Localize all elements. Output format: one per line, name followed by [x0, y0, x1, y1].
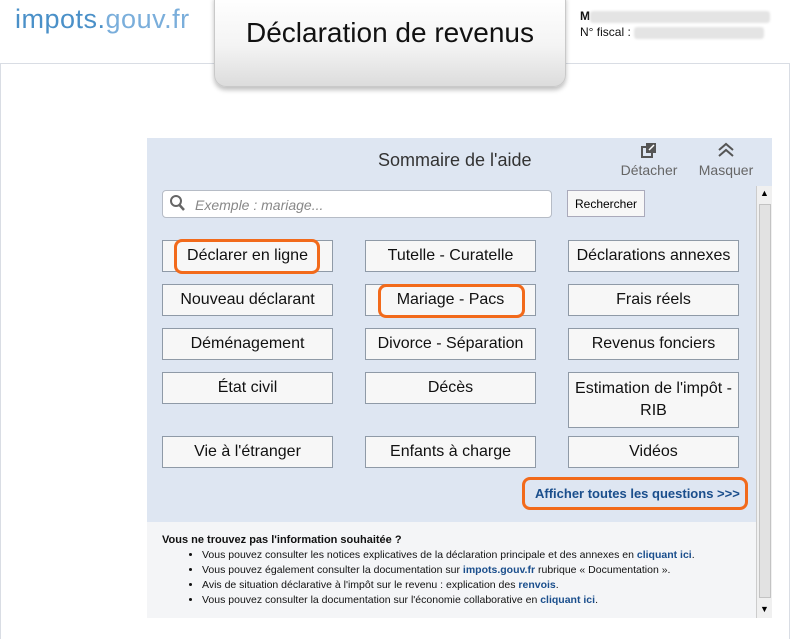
scrollbar-thumb[interactable] [759, 204, 771, 598]
impots-gouv-link[interactable]: impots.gouv.fr [463, 564, 535, 576]
topic-videos[interactable]: Vidéos [568, 436, 739, 468]
info-item: Vous pouvez consulter la documentation s… [202, 593, 695, 608]
user-info: M N° fiscal : [580, 8, 770, 40]
scroll-up-arrow-icon[interactable]: ▲ [757, 186, 772, 200]
page-title: Déclaration de revenus [246, 17, 534, 48]
detach-button[interactable]: Détacher [617, 142, 681, 178]
info-item: Avis de situation déclarative à l'impôt … [202, 578, 695, 593]
logo-main: impots. [15, 4, 106, 34]
info-list: Vous pouvez consulter les notices explic… [186, 548, 695, 608]
page-border-left [0, 64, 1, 639]
topic-mariage-pacs[interactable]: Mariage - Pacs [365, 284, 536, 316]
detach-label: Détacher [620, 162, 678, 178]
economie-collaborative-link[interactable]: cliquant ici [540, 594, 595, 606]
topic-estimation-impot-rib[interactable]: Estimation de l'impôt - RIB [568, 372, 739, 428]
topic-etat-civil[interactable]: État civil [162, 372, 333, 404]
detach-icon [617, 142, 681, 162]
fiscal-number-label: N° fiscal : [580, 25, 631, 39]
hide-label: Masquer [698, 162, 754, 178]
topic-tutelle-curatelle[interactable]: Tutelle - Curatelle [365, 240, 536, 272]
topic-declarations-annexes[interactable]: Déclarations annexes [568, 240, 739, 272]
scrollbar[interactable]: ▲ ▼ [756, 186, 772, 618]
notices-link[interactable]: cliquant ici [637, 549, 692, 561]
topic-declarer-en-ligne[interactable]: Déclarer en ligne [162, 240, 333, 272]
hide-button[interactable]: Masquer [694, 142, 758, 178]
fiscal-number-redacted [634, 26, 765, 39]
scroll-down-arrow-icon[interactable]: ▼ [757, 602, 772, 616]
topic-divorce-separation[interactable]: Divorce - Séparation [365, 328, 536, 360]
renvois-link[interactable]: renvois [518, 579, 555, 591]
search-input[interactable] [193, 194, 547, 216]
double-chevron-up-icon [694, 142, 758, 162]
search-icon [169, 194, 185, 217]
topic-revenus-fonciers[interactable]: Revenus fonciers [568, 328, 739, 360]
site-logo[interactable]: impots.gouv.fr [15, 4, 190, 35]
info-item: Vous pouvez également consulter la docum… [202, 563, 695, 578]
topic-vie-etranger[interactable]: Vie à l'étranger [162, 436, 333, 468]
logo-gouv: gouv.fr [105, 4, 190, 34]
info-item: Vous pouvez consulter les notices explic… [202, 548, 695, 563]
info-title: Vous ne trouvez pas l'information souhai… [162, 534, 402, 546]
search-box [162, 190, 552, 218]
search-button[interactable]: Rechercher [567, 190, 645, 217]
topic-enfants-a-charge[interactable]: Enfants à charge [365, 436, 536, 468]
topic-demenagement[interactable]: Déménagement [162, 328, 333, 360]
user-name-redacted [590, 10, 770, 23]
page-title-tab: Déclaration de revenus [214, 0, 566, 87]
topic-deces[interactable]: Décès [365, 372, 536, 404]
topic-nouveau-declarant[interactable]: Nouveau déclarant [162, 284, 333, 316]
user-name-initial: M [580, 9, 590, 23]
topic-frais-reels[interactable]: Frais réels [568, 284, 739, 316]
all-questions-link[interactable]: Afficher toutes les questions >>> [535, 486, 740, 501]
help-title: Sommaire de l'aide [378, 150, 532, 170]
